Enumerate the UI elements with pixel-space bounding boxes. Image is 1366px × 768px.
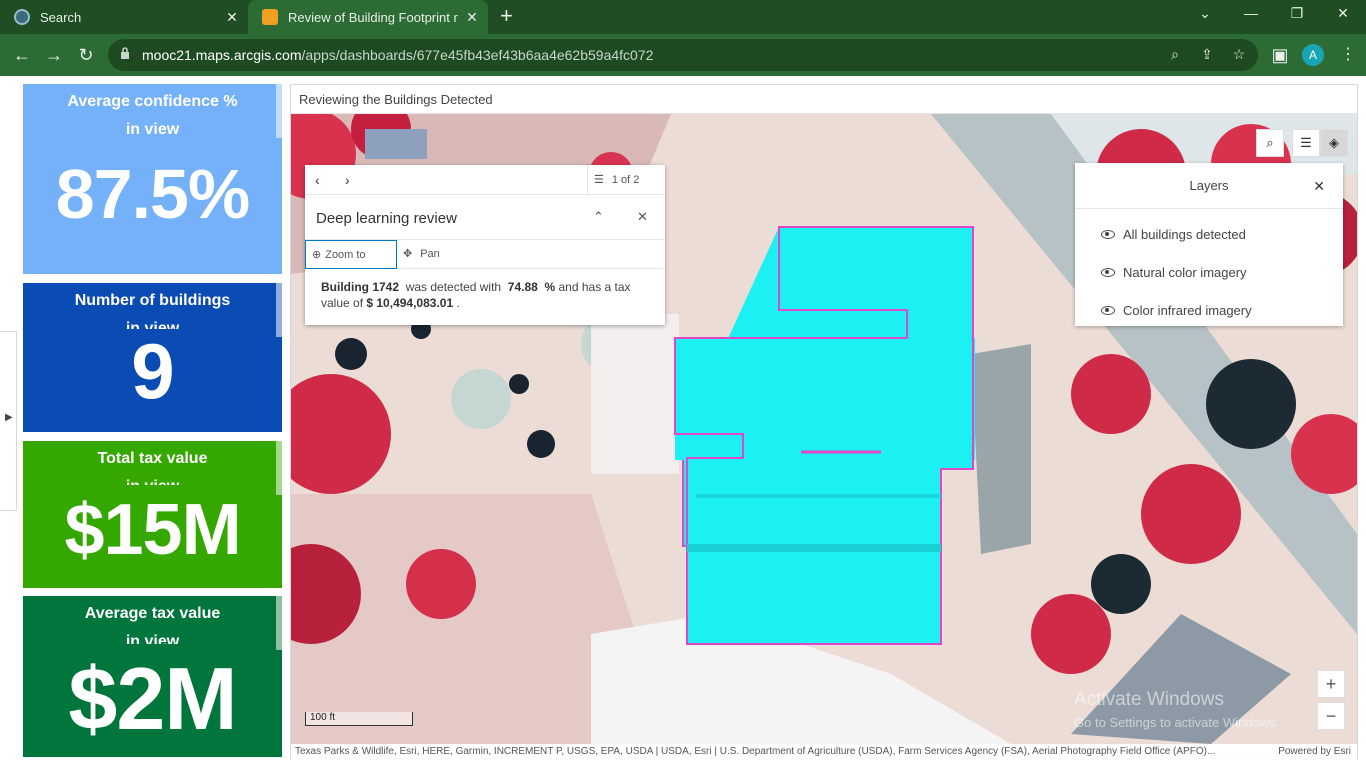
new-tab-button[interactable]: + [500, 5, 513, 27]
browser-menu-icon[interactable]: ⋮ [1340, 44, 1356, 64]
previous-feature-button[interactable]: ‹ [315, 172, 320, 188]
bookmark-star-icon[interactable]: ☆ [1230, 46, 1248, 64]
tab-label: Review of Building Footprint res [288, 9, 458, 25]
zoom-controls: + − [1317, 670, 1345, 734]
list-icon: ☰ [594, 174, 604, 186]
card-subtitle: in view [23, 473, 282, 485]
zoom-magnifier-icon[interactable]: ⌕ [1166, 46, 1184, 64]
map-view[interactable]: 100 ft ‹ › ☰ 1 of 2 Deep learning review … [291, 114, 1357, 744]
layer-list-header: Layers ✕ [1075, 163, 1343, 209]
pan-button[interactable]: ✥ Pan [397, 240, 477, 269]
pan-move-icon: ✥ [403, 248, 413, 260]
layer-item-color-infrared[interactable]: Color infrared imagery [1075, 285, 1343, 323]
map-attribution: Texas Parks & Wildlife, Esri, HERE, Garm… [291, 744, 1357, 760]
dashboard-favicon-icon [262, 9, 278, 25]
share-icon[interactable]: ⇪ [1198, 46, 1216, 64]
layer-list-panel: Layers ✕ All buildings detected Natural … [1075, 163, 1343, 326]
card-value: 87.5% [55, 155, 250, 233]
card-subtitle: in view [125, 633, 180, 644]
feature-popup: ‹ › ☰ 1 of 2 Deep learning review ⌃ ✕ ⊕ Zo… [305, 165, 665, 325]
layers-icon[interactable]: ◈ [1320, 129, 1348, 157]
card-title: Number of buildings [74, 292, 231, 309]
popup-header: Deep learning review ⌃ ✕ [305, 195, 665, 239]
close-layers-icon[interactable]: ✕ [1313, 178, 1325, 195]
card-scrollbar[interactable] [276, 441, 282, 495]
zoom-out-button[interactable]: − [1317, 702, 1345, 730]
powered-by-esri[interactable]: Powered by Esri [1274, 746, 1351, 757]
layer-item-all-buildings[interactable]: All buildings detected [1075, 209, 1343, 247]
scale-bar: 100 ft [305, 712, 413, 726]
tab-label: Search [40, 9, 82, 25]
close-window-button[interactable]: ✕ [1328, 5, 1358, 22]
globe-icon [14, 9, 30, 25]
popup-content: Building 1742 was detected with 74.88 % … [321, 280, 631, 310]
tab-search[interactable]: Search ✕ [0, 0, 248, 34]
map-panel: Reviewing the Buildings Detected 100 ft … [290, 84, 1358, 760]
card-value: 9 [131, 327, 174, 415]
search-icon[interactable]: ⌕ [1256, 129, 1284, 157]
visibility-eye-icon[interactable] [1101, 305, 1115, 315]
browser-toolbar: ← → ↻ mooc21.maps.arcgis.com/apps/dashbo… [0, 34, 1366, 76]
card-scrollbar[interactable] [276, 283, 282, 337]
zoom-to-button[interactable]: ⊕ Zoom to [305, 240, 397, 269]
feature-count[interactable]: ☰ 1 of 2 [587, 165, 665, 195]
card-title: Average tax value [84, 605, 221, 622]
popup-title: Deep learning review [316, 210, 457, 227]
tab-search-chevron-icon[interactable]: ⌄ [1190, 5, 1220, 22]
forward-button[interactable]: → [42, 43, 66, 67]
indicator-number-of-buildings: Number of buildings in view 9 [23, 283, 282, 432]
card-subtitle: in view [125, 121, 180, 138]
tab-dashboard[interactable]: Review of Building Footprint res ✕ [248, 0, 488, 34]
indicator-average-confidence: Average confidence % in view 87.5% [23, 84, 282, 274]
url-text: mooc21.maps.arcgis.com/apps/dashboards/6… [142, 47, 654, 63]
popup-nav: ‹ › ☰ 1 of 2 [305, 165, 665, 195]
maximize-button[interactable]: ❐ [1282, 5, 1312, 22]
layer-item-natural-color[interactable]: Natural color imagery [1075, 247, 1343, 285]
dashboard: ▶ Average confidence % in view 87.5% Num… [0, 76, 1366, 768]
zoom-in-magnifier-icon: ⊕ [312, 249, 322, 261]
map-title: Reviewing the Buildings Detected [291, 85, 1357, 114]
zoom-in-button[interactable]: + [1317, 670, 1345, 698]
indicator-average-tax-value: Average tax value in view $2M [23, 596, 282, 757]
address-bar[interactable]: mooc21.maps.arcgis.com/apps/dashboards/6… [108, 39, 1258, 71]
visibility-eye-icon[interactable] [1101, 229, 1115, 239]
browser-tabstrip: Search ✕ Review of Building Footprint re… [0, 0, 1366, 34]
back-button[interactable]: ← [10, 43, 34, 67]
close-tab-icon[interactable]: ✕ [464, 9, 480, 26]
chevron-right-icon: ▶ [5, 412, 13, 423]
close-popup-icon[interactable]: ✕ [637, 209, 648, 225]
legend-list-icon[interactable]: ☰ [1292, 129, 1320, 157]
close-tab-icon[interactable]: ✕ [224, 9, 240, 26]
card-value: $15M [64, 490, 241, 570]
card-title: Total tax value [97, 450, 208, 467]
card-title: Average confidence % [67, 93, 238, 110]
side-panel-toggle[interactable]: ▶ [0, 331, 17, 511]
activate-windows-watermark: Activate Windows Go to Settings to activ… [1074, 689, 1280, 730]
minimize-button[interactable]: — [1236, 5, 1266, 21]
reload-button[interactable]: ↻ [74, 43, 98, 67]
card-scrollbar[interactable] [276, 596, 282, 650]
card-value: $2M [68, 649, 237, 748]
sidebar-toggle-icon[interactable]: ▣ [1268, 43, 1292, 67]
lock-icon [121, 47, 129, 59]
card-scrollbar[interactable] [276, 84, 282, 138]
next-feature-button[interactable]: › [345, 172, 350, 188]
collapse-chevron-up-icon[interactable]: ⌃ [593, 209, 604, 225]
indicator-total-tax-value: Total tax value in view $15M [23, 441, 282, 588]
map-toolbar: ⌕ ☰ ◈ [1248, 129, 1348, 157]
visibility-eye-icon[interactable] [1101, 267, 1115, 277]
popup-actions: ⊕ Zoom to ✥ Pan [305, 239, 665, 269]
profile-avatar[interactable]: A [1302, 44, 1324, 66]
